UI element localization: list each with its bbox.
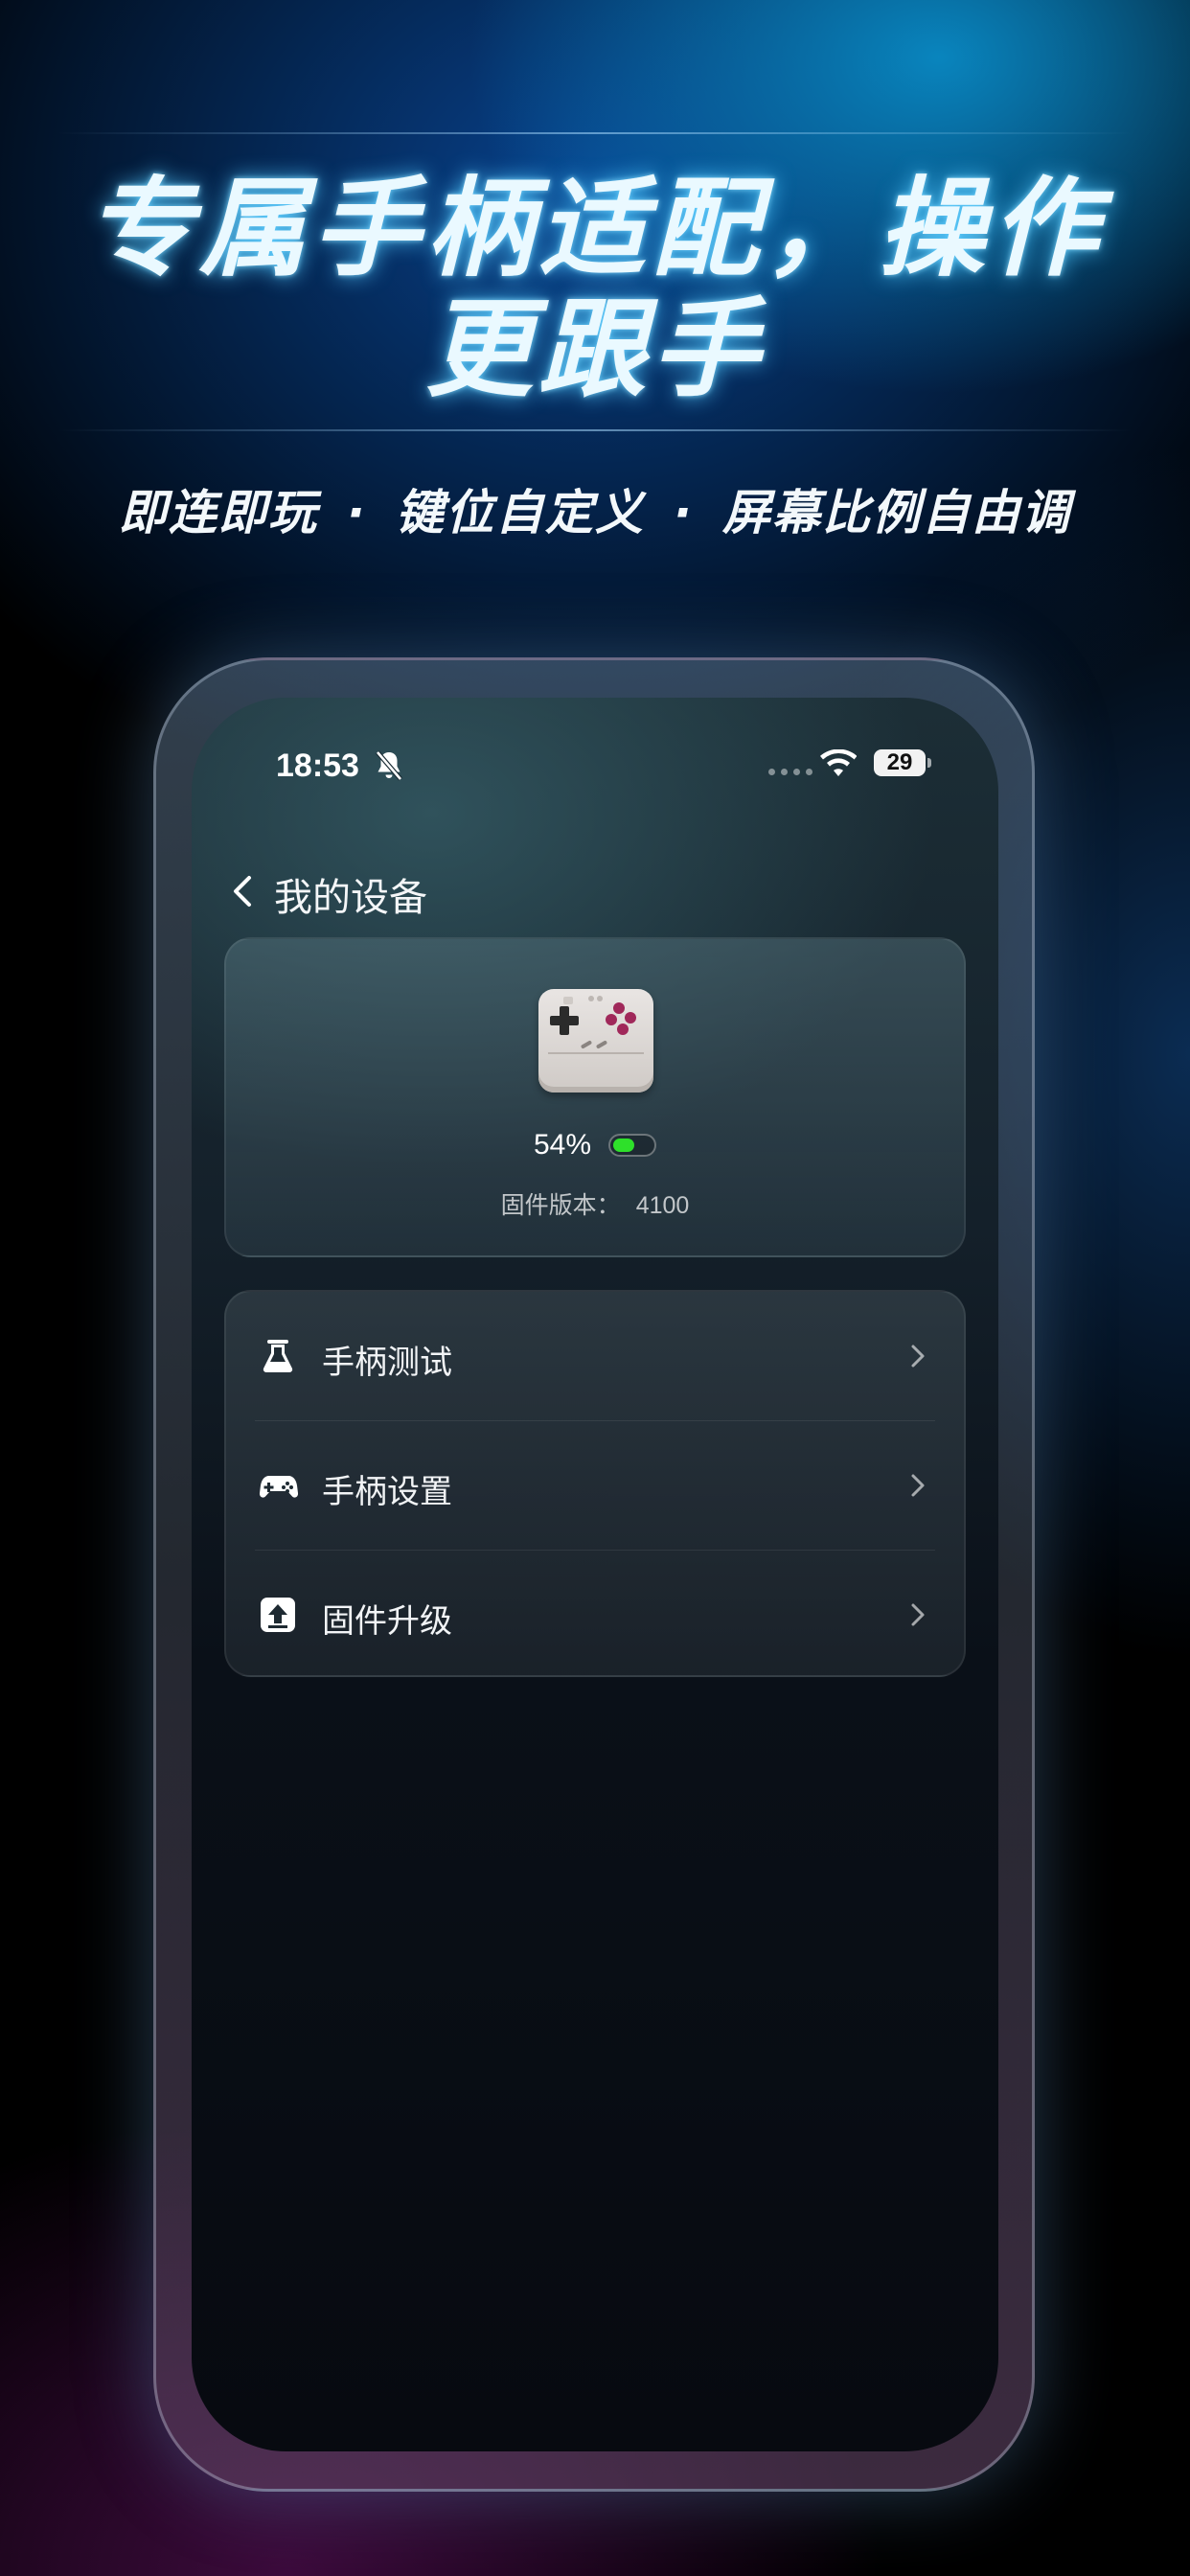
device-card: 54% 固件版本： 4100: [224, 937, 966, 1257]
status-time: 18:53: [276, 748, 359, 784]
feature-separator: ·: [674, 485, 694, 540]
menu-item-firmware-upgrade[interactable]: 固件升级: [226, 1551, 964, 1679]
top-divider-line: [57, 132, 1133, 134]
flask-icon: [263, 1340, 293, 1372]
headline-line-2: 更跟手: [425, 288, 765, 412]
feature-tagline: 即连即玩 · 键位自定义 · 屏幕比例自由调: [0, 474, 1190, 543]
chevron-right-icon: [911, 1603, 925, 1626]
menu-label: 固件升级: [322, 1603, 452, 1640]
firmware-label: 固件版本：: [500, 1192, 621, 1219]
headline-line-1: 专属手柄适配，操作: [86, 167, 1104, 291]
battery-level-bar: [608, 1134, 657, 1157]
gamepad-icon: [259, 1476, 299, 1498]
battery-row: 54%: [226, 1129, 964, 1162]
gamepad-illustration: [548, 996, 644, 1054]
firmware-value: 4100: [635, 1192, 690, 1219]
bell-muted-icon: [376, 750, 402, 781]
nav-bar: 我的设备: [192, 851, 998, 928]
feature-2: 键位自定义: [396, 485, 645, 540]
bottom-divider-line: [57, 429, 1133, 431]
menu-card: 手柄测试 手柄设置 固件升级: [224, 1290, 966, 1677]
menu-item-gamepad-settings[interactable]: 手柄设置: [226, 1421, 964, 1550]
status-bar: 18:53 29: [192, 698, 998, 832]
feature-1: 即连即玩: [119, 485, 318, 540]
menu-label: 手柄测试: [322, 1345, 452, 1381]
firmware-version: 固件版本： 4100: [226, 1186, 964, 1221]
battery-level-fill: [613, 1138, 635, 1152]
gamepad-image: [538, 989, 653, 1092]
upload-icon: [261, 1598, 295, 1632]
page-title: 我的设备: [274, 877, 427, 919]
menu-label: 手柄设置: [322, 1474, 452, 1510]
menu-item-gamepad-test[interactable]: 手柄测试: [226, 1292, 964, 1420]
back-chevron-icon[interactable]: [226, 872, 261, 910]
chevron-right-icon: [911, 1345, 925, 1368]
battery-tip: [927, 758, 931, 768]
feature-3: 屏幕比例自由调: [722, 485, 1071, 540]
battery-icon: 29: [874, 749, 926, 776]
feature-separator: ·: [347, 485, 367, 540]
battery-percent: 54%: [533, 1129, 592, 1161]
phone-screen: 18:53 29 我的设备 54% 固件版本： 4100 手柄测试 手柄设置 固…: [192, 698, 998, 2451]
chevron-right-icon: [911, 1474, 925, 1497]
wifi-icon: [820, 749, 857, 776]
cellular-signal-icon: [768, 769, 812, 775]
